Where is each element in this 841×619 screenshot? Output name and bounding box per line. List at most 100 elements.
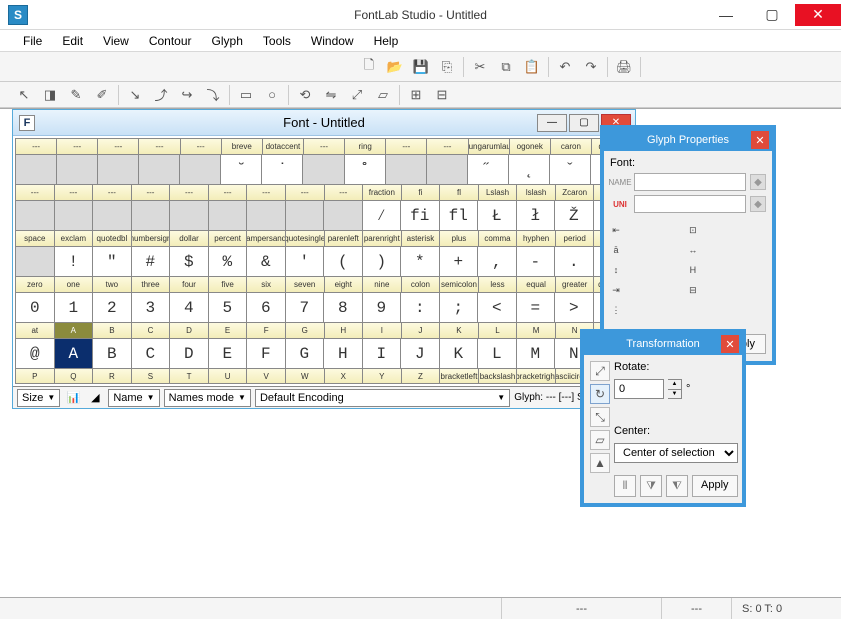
hmetrics-icon[interactable]: ⊞ (406, 85, 426, 105)
glyph-header[interactable]: less (479, 277, 518, 293)
glyph-header[interactable]: Y (363, 369, 402, 384)
mirror-mode-icon[interactable]: ▲ (590, 453, 610, 473)
glyph-cell[interactable] (247, 201, 286, 231)
glyph-cell[interactable]: # (132, 247, 171, 277)
glyph-header[interactable]: bracketleft (440, 369, 479, 384)
glyph-cell[interactable] (427, 155, 468, 185)
glyph-cell[interactable]: E (209, 339, 248, 369)
glyph-header[interactable]: --- (16, 185, 55, 201)
rotate-tool-icon[interactable]: ⟲ (295, 85, 315, 105)
glyph-header[interactable]: at (16, 323, 55, 339)
glyph-cell[interactable]: J (401, 339, 440, 369)
glyph-header[interactable]: parenright (363, 231, 402, 247)
glyph-header[interactable]: quotesingle (286, 231, 325, 247)
size-dropdown[interactable]: Size▼ (17, 389, 60, 407)
unicode-nav-icon[interactable] (750, 196, 766, 212)
glyph-header[interactable]: --- (139, 139, 180, 155)
glyph-cell[interactable] (57, 155, 98, 185)
glyph-header[interactable]: D (170, 323, 209, 339)
glyph-header[interactable]: U (209, 369, 248, 384)
glyph-header[interactable]: Zcaron (556, 185, 595, 201)
menu-contour[interactable]: Contour (140, 32, 201, 50)
glyph-cell[interactable]: ˇ (550, 155, 591, 185)
glyph-cell[interactable]: @ (16, 339, 55, 369)
glyph-cell[interactable]: ' (286, 247, 325, 277)
glyph-cell[interactable]: + (440, 247, 479, 277)
pen-tool-icon[interactable]: ✐ (92, 85, 112, 105)
glyph-header[interactable]: --- (286, 185, 325, 201)
glyph-cell[interactable] (93, 201, 132, 231)
glyph-cell[interactable]: = (517, 293, 556, 323)
glyph-header[interactable]: quotedbl (93, 231, 132, 247)
ellipse-tool-icon[interactable]: ○ (262, 85, 282, 105)
glyph-header[interactable]: --- (386, 139, 427, 155)
glyph-cell[interactable]: ˛ (509, 155, 550, 185)
glyph-header[interactable]: W (286, 369, 325, 384)
glyph-cell[interactable]: G (286, 339, 325, 369)
rotate-spin-up[interactable]: ▲ (668, 380, 681, 390)
glyph-cell[interactable] (132, 201, 171, 231)
glyph-cell[interactable]: ; (440, 293, 479, 323)
glyph-header[interactable]: Lslash (479, 185, 518, 201)
glyph-header[interactable]: equal (517, 277, 556, 293)
glyph-grid[interactable]: ---------------brevedotaccent---ring----… (15, 138, 633, 384)
name-nav-icon[interactable] (750, 174, 766, 190)
glyph-header[interactable]: two (93, 277, 132, 293)
glyph-header[interactable]: caron (551, 139, 592, 155)
knife-tool-icon[interactable]: ✎ (66, 85, 86, 105)
redo-icon[interactable]: ↷ (581, 57, 601, 77)
glyph-header[interactable]: fraction (363, 185, 402, 201)
menu-window[interactable]: Window (302, 32, 363, 50)
glyph-cell[interactable]: A (55, 339, 94, 369)
glyph-cell[interactable] (16, 155, 57, 185)
add-curve-icon[interactable]: ↪ (177, 85, 197, 105)
glyph-cell[interactable]: 4 (170, 293, 209, 323)
window-maximize-button[interactable]: ▢ (749, 4, 795, 26)
menu-edit[interactable]: Edit (53, 32, 92, 50)
glyph-cell[interactable]: ⁄ (363, 201, 402, 231)
transformation-titlebar[interactable]: Transformation ✕ (584, 333, 742, 355)
glyph-header[interactable]: dollar (170, 231, 209, 247)
glyph-cell[interactable]: C (132, 339, 171, 369)
glyph-header[interactable]: seven (286, 277, 325, 293)
font-window-maximize[interactable]: ▢ (569, 114, 599, 132)
glyph-header[interactable]: --- (304, 139, 345, 155)
glyph-cell[interactable]: 6 (247, 293, 286, 323)
glyph-cell[interactable] (55, 201, 94, 231)
glyph-header[interactable]: period (556, 231, 595, 247)
vmetrics-icon[interactable]: ⊟ (432, 85, 452, 105)
glyph-header[interactable]: --- (325, 185, 364, 201)
glyph-header[interactable]: space (16, 231, 55, 247)
glyph-header[interactable]: --- (132, 185, 171, 201)
glyph-cell[interactable]: 9 (363, 293, 402, 323)
glyph-header[interactable]: V (247, 369, 286, 384)
eraser-tool-icon[interactable]: ◨ (40, 85, 60, 105)
glyph-cell[interactable]: ł (517, 201, 556, 231)
add-tangent-icon[interactable]: ⤴ (151, 85, 171, 105)
glyph-cell[interactable] (286, 201, 325, 231)
glyph-header[interactable]: one (55, 277, 94, 293)
glyph-header[interactable]: plus (440, 231, 479, 247)
glyph-header[interactable]: G (286, 323, 325, 339)
list-view-icon[interactable]: ◢ (86, 389, 104, 407)
print-icon[interactable]: 🖨 (614, 57, 634, 77)
glyph-cell[interactable] (180, 155, 221, 185)
glyph-cell[interactable]: fl (440, 201, 479, 231)
slant-tool-icon[interactable]: ▱ (373, 85, 393, 105)
glyph-header[interactable]: --- (427, 139, 468, 155)
save-file-icon[interactable]: 💾 (411, 57, 431, 77)
glyph-cell[interactable]: > (555, 293, 594, 323)
glyph-cell[interactable]: K (440, 339, 479, 369)
reflect-tool-icon[interactable]: ⇋ (321, 85, 341, 105)
glyph-cell[interactable]: % (209, 247, 248, 277)
glyph-cell[interactable]: < (478, 293, 517, 323)
glyph-header[interactable]: --- (93, 185, 132, 201)
menu-help[interactable]: Help (365, 32, 408, 50)
open-file-icon[interactable]: 📂 (385, 57, 405, 77)
glyph-cell[interactable]: ˚ (345, 155, 386, 185)
glyph-cell[interactable] (324, 201, 363, 231)
glyph-cell[interactable]: Ł (478, 201, 517, 231)
glyph-header[interactable]: nine (363, 277, 402, 293)
window-minimize-button[interactable]: — (703, 4, 749, 26)
glyph-header[interactable]: ogonek (510, 139, 551, 155)
